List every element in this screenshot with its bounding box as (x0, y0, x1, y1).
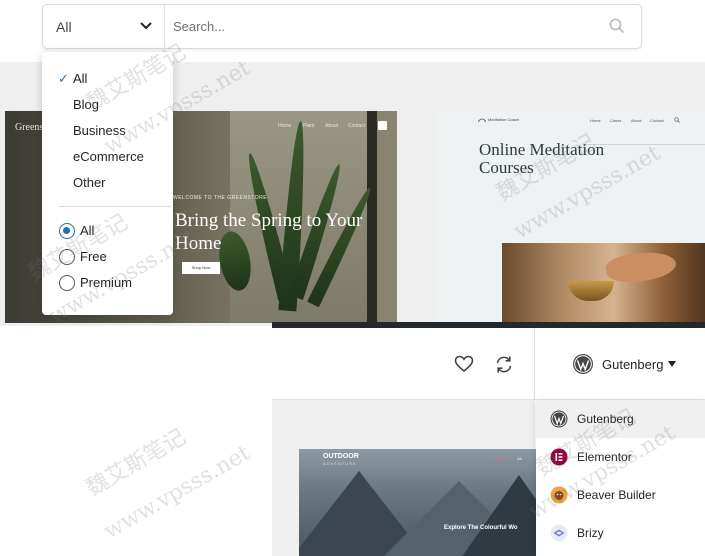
template-brand-sub: ADVENTURE (323, 461, 357, 466)
template-brand: OUTDOOR (323, 453, 359, 460)
heart-icon[interactable] (454, 355, 474, 373)
search-icon (674, 117, 680, 123)
radio-label: All (80, 223, 95, 238)
template-nav-item: Home (278, 123, 292, 129)
template-nav-item: Plant (303, 123, 315, 129)
template-headline: Explore The Colourful Wo (444, 525, 518, 531)
builder-option-label: Beaver Builder (577, 488, 656, 502)
template-brand: Meditation Coach (488, 117, 520, 122)
template-headline: Online Meditation Courses (479, 140, 605, 177)
radio-button[interactable] (59, 223, 75, 239)
template-welcome-text: WELCOME TO THE GREENSTORE (173, 195, 268, 201)
page-builder-label: Gutenberg (602, 357, 664, 372)
template-nav-item: Ab (517, 456, 522, 461)
library-toolbar: Gutenberg (272, 328, 705, 400)
radio-button[interactable] (59, 249, 75, 265)
template-nav-item: Contact (650, 118, 664, 123)
template-nav-item: Home (590, 118, 601, 123)
refresh-icon[interactable] (494, 355, 514, 374)
beaver-builder-icon (550, 486, 568, 504)
watermark-text: 魏艾斯笔记 (82, 424, 191, 502)
chevron-down-icon (140, 22, 152, 30)
wordpress-icon (573, 354, 593, 374)
category-option-blog[interactable]: Blog (73, 97, 99, 112)
cart-icon (378, 121, 387, 130)
category-option-all[interactable]: All (73, 71, 87, 86)
builder-option-elementor[interactable]: Elementor (536, 438, 705, 476)
category-option-ecommerce[interactable]: eCommerce (73, 149, 144, 164)
builder-option-gutenberg[interactable]: Gutenberg (536, 400, 705, 438)
type-dropdown-menu: ✓ All Blog Business eCommerce Other All … (42, 52, 173, 315)
type-select-value: All (56, 19, 72, 35)
template-nav-item: Cases (610, 118, 622, 123)
wordpress-icon (550, 410, 568, 428)
brizy-icon (550, 524, 568, 542)
page-builder-select[interactable]: Gutenberg (572, 353, 682, 377)
search-icon[interactable] (609, 18, 625, 34)
builder-option-label: Brizy (577, 526, 604, 540)
builder-option-brizy[interactable]: Brizy (536, 514, 705, 552)
template-card-meditation[interactable]: Meditation Coach Home Cases About Contac… (436, 111, 705, 324)
radio-label: Free (80, 249, 107, 264)
template-nav-item: About (631, 118, 642, 123)
caret-down-icon (668, 361, 676, 367)
lotus-icon (478, 118, 486, 123)
builder-option-label: Elementor (577, 450, 632, 464)
template-nav-item: Contact (348, 123, 366, 129)
template-card-outdoor[interactable]: OUTDOOR ADVENTURE Home Ab Explore The Co… (299, 449, 536, 556)
check-icon: ✓ (58, 71, 69, 86)
filter-bar: All (42, 4, 642, 49)
template-nav-item: Home (495, 456, 506, 461)
watermark-url: www.vpsss.net (99, 440, 255, 545)
page-builder-dropdown: Gutenberg Elementor Beaver Builder Brizy (536, 400, 705, 556)
template-nav-item: About (325, 123, 339, 129)
template-shop-button: Shop Now (182, 262, 220, 274)
search-input[interactable] (173, 11, 593, 42)
type-select[interactable]: All (43, 5, 165, 48)
elementor-icon (550, 448, 568, 466)
radio-button[interactable] (59, 275, 75, 291)
category-option-other[interactable]: Other (73, 175, 106, 190)
divider (59, 206, 171, 207)
builder-option-beaver-builder[interactable]: Beaver Builder (536, 476, 705, 514)
category-option-business[interactable]: Business (73, 123, 126, 138)
template-brand: Greens (15, 122, 44, 133)
divider (534, 328, 535, 400)
radio-label: Premium (80, 275, 133, 290)
template-headline: Bring the Spring to Your Home (175, 210, 363, 254)
builder-option-label: Gutenberg (577, 412, 634, 426)
